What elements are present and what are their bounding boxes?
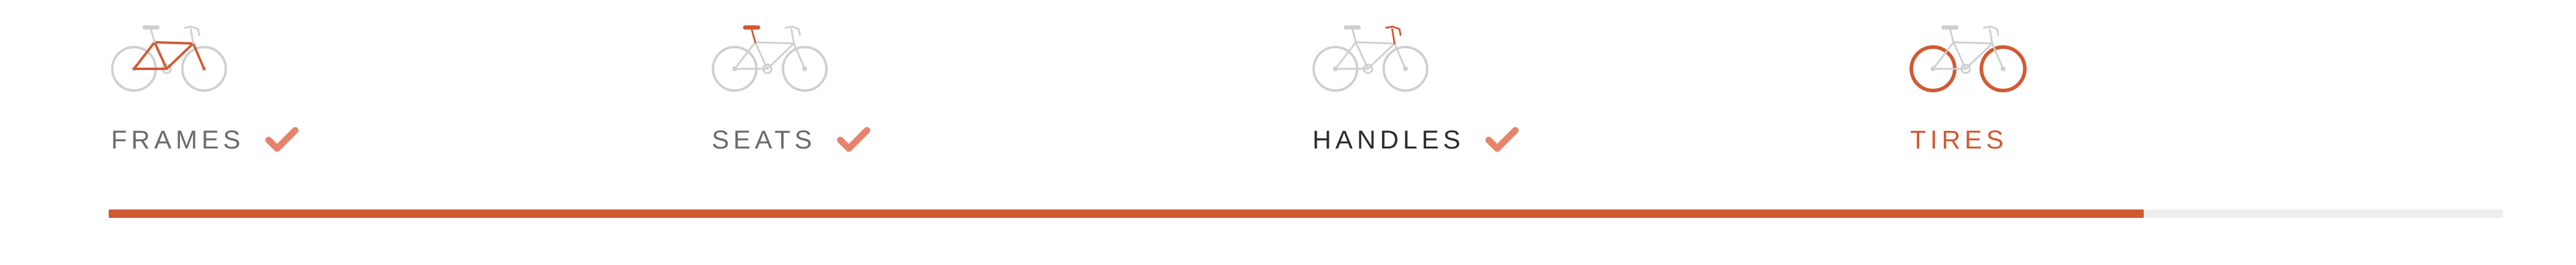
bicycle-handlebar-icon xyxy=(1310,22,1431,97)
step-label: SEATS xyxy=(712,126,816,155)
step-handles[interactable]: HANDLES xyxy=(1310,22,1853,167)
bicycle-tires-icon xyxy=(1908,22,2028,97)
step-label: TIRES xyxy=(1910,126,2008,155)
checkmark-icon xyxy=(265,126,299,155)
progress-fill xyxy=(109,209,2144,218)
step-label: FRAMES xyxy=(111,126,245,155)
bicycle-seat-icon xyxy=(709,22,830,97)
step-seats[interactable]: SEATS xyxy=(709,22,1253,167)
step-label-row: HANDLES xyxy=(1312,123,1519,157)
checkmark-icon xyxy=(1485,126,1519,155)
bicycle-frame-icon xyxy=(109,22,229,97)
step-label-row: SEATS xyxy=(712,123,871,157)
step-label: HANDLES xyxy=(1312,126,1465,155)
step-label-row: TIRES xyxy=(1910,123,2008,157)
step-label-row: FRAMES xyxy=(111,123,299,157)
step-tires[interactable]: TIRES xyxy=(1908,22,2451,167)
checkmark-icon xyxy=(837,126,871,155)
progress-track xyxy=(109,209,2503,218)
step-frames[interactable]: FRAMES xyxy=(109,22,652,167)
bike-builder-stepper: FRAMES SEATS HANDLES TIRES xyxy=(0,0,2576,181)
